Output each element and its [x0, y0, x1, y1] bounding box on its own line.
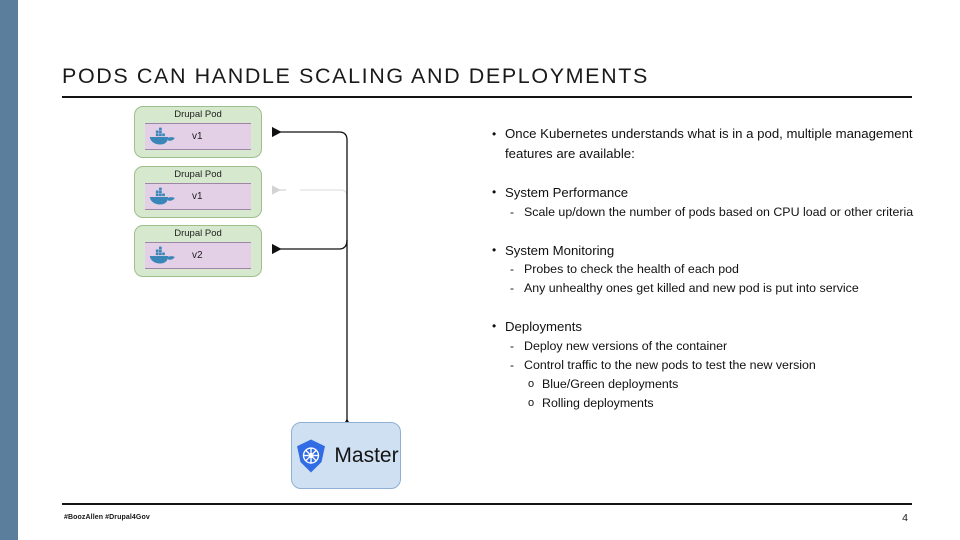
section-heading: • Deployments — [488, 317, 928, 337]
pod-title: Drupal Pod — [174, 169, 222, 180]
pod-version: v2 — [192, 250, 203, 261]
section-system-performance: • System Performance - Scale up/down the… — [488, 183, 928, 222]
docker-whale-icon — [149, 187, 175, 204]
section-item-label: Any unhealthy ones get killed and new po… — [524, 281, 859, 295]
section-subitem-label: Rolling deployments — [542, 395, 654, 410]
bullet-marker: • — [492, 242, 497, 257]
docker-whale-icon — [149, 246, 175, 263]
docker-whale-icon — [149, 127, 175, 144]
footer-divider — [62, 503, 912, 505]
section-item: - Scale up/down the number of pods based… — [488, 203, 928, 222]
section-heading: • System Performance — [488, 183, 928, 203]
bullet-marker: • — [492, 185, 497, 199]
slide-canvas: PODS CAN HANDLE SCALING AND DEPLOYMENTS — [0, 0, 960, 540]
pod-title: Drupal Pod — [174, 109, 222, 120]
pod-version: v1 — [192, 131, 203, 142]
page-number: 4 — [902, 512, 908, 524]
section-item-label: Scale up/down the number of pods based o… — [524, 204, 914, 219]
section-subitem: o Rolling deployments — [488, 394, 928, 413]
pod-card[interactable]: Drupal Pod v2 — [134, 225, 262, 277]
section-heading: • System Monitoring — [488, 241, 928, 261]
section-item: - Probes to check the health of each pod — [488, 260, 928, 279]
kubernetes-icon — [297, 438, 326, 473]
dash-marker: - — [510, 357, 514, 372]
section-deployments: • Deployments - Deploy new versions of t… — [488, 317, 928, 413]
master-node[interactable]: Master — [291, 422, 401, 489]
section-item-label: Deploy new versions of the container — [524, 338, 728, 353]
section-heading-label: Deployments — [505, 319, 582, 334]
section-item-label: Control traffic to the new pods to test … — [524, 357, 816, 372]
content-body: • Once Kubernetes understands what is in… — [488, 124, 928, 432]
circle-marker: o — [528, 396, 535, 409]
pod-container: v2 — [145, 242, 251, 269]
lead-block: • Once Kubernetes understands what is in… — [488, 124, 928, 164]
pods-diagram: Drupal Pod v1 Drupal Pod v1 Drupal Pod v… — [0, 0, 480, 540]
pod-container: v1 — [145, 183, 251, 210]
circle-marker: o — [528, 377, 535, 390]
pod-version: v1 — [192, 191, 203, 202]
section-subitem-label: Blue/Green deployments — [542, 376, 679, 391]
section-heading-label: System Monitoring — [505, 242, 615, 258]
pod-card[interactable]: Drupal Pod v1 — [134, 106, 262, 158]
footer-hashtags: #BoozAllen #Drupal4Gov — [64, 514, 150, 521]
master-label: Master — [334, 443, 399, 467]
section-heading-label: System Performance — [505, 185, 629, 200]
pod-container: v1 — [145, 123, 251, 150]
section-item: - Deploy new versions of the container — [488, 337, 928, 356]
bullet-marker: • — [492, 319, 497, 333]
pod-title: Drupal Pod — [174, 228, 222, 239]
dash-marker: - — [510, 204, 514, 219]
pod-card[interactable]: Drupal Pod v1 — [134, 166, 262, 218]
dash-marker: - — [510, 262, 514, 276]
section-subitem: o Blue/Green deployments — [488, 375, 928, 394]
lead-bullet: • Once Kubernetes understands what is in… — [488, 124, 928, 164]
section-item-label: Probes to check the health of each pod — [524, 262, 739, 276]
section-item: - Control traffic to the new pods to tes… — [488, 356, 928, 375]
section-system-monitoring: • System Monitoring - Probes to check th… — [488, 241, 928, 299]
section-item: - Any unhealthy ones get killed and new … — [488, 279, 928, 298]
dash-marker: - — [510, 338, 514, 353]
lead-text: Once Kubernetes understands what is in a… — [505, 126, 913, 161]
bullet-marker: • — [492, 127, 497, 141]
dash-marker: - — [510, 281, 514, 295]
